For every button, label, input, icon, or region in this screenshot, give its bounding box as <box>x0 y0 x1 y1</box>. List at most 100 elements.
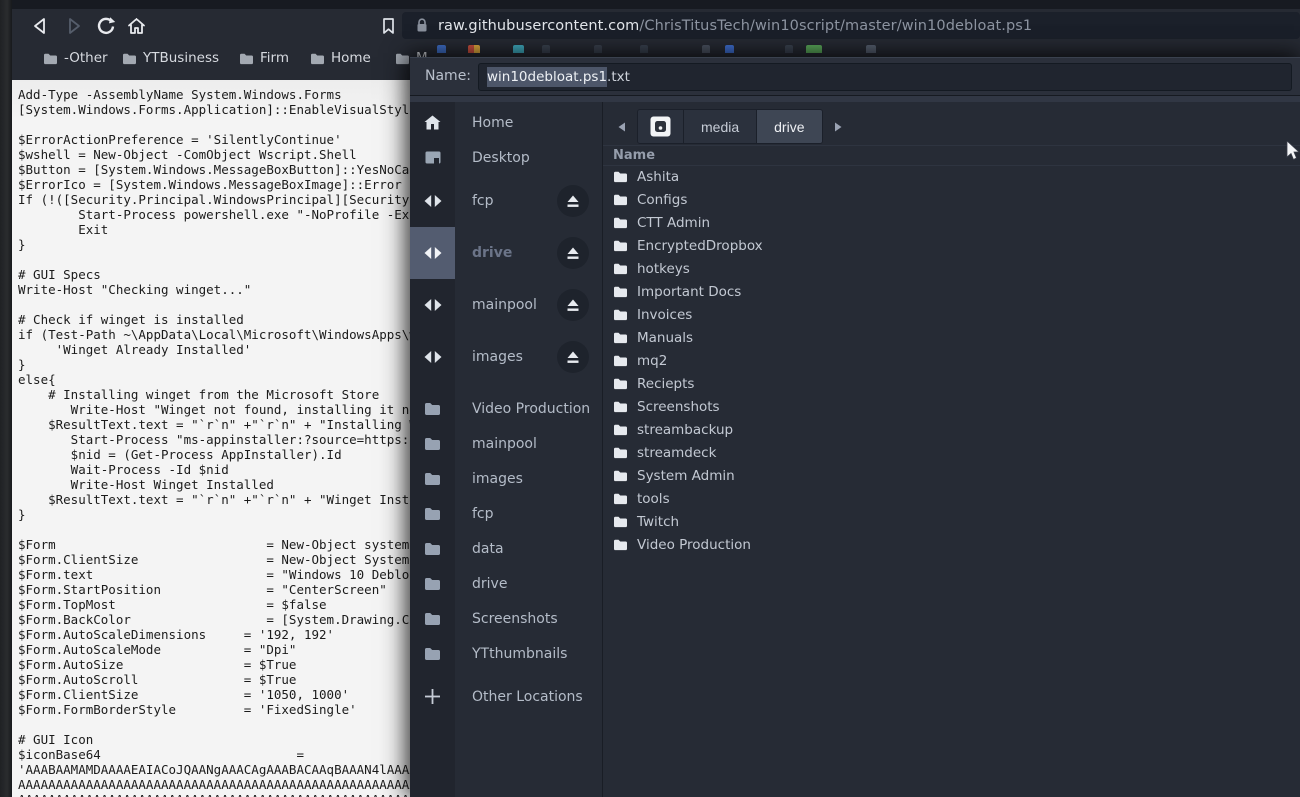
file-row[interactable]: Twitch <box>603 510 1300 533</box>
folder-icon <box>614 470 627 482</box>
favicon-sliver <box>702 45 710 53</box>
reload-button[interactable] <box>92 12 120 39</box>
bookmark-page-button[interactable] <box>374 12 402 39</box>
eject-button[interactable] <box>557 341 589 373</box>
sidebar-item-desktop[interactable]: Desktop <box>410 140 602 175</box>
folder-icon <box>614 263 627 275</box>
page-content: Add-Type -AssemblyName System.Windows.Fo… <box>12 80 410 797</box>
desktop-icon <box>425 151 440 164</box>
home-nav-icon <box>127 17 145 34</box>
sidebar-item-mainpool-drive[interactable]: mainpool <box>410 279 602 331</box>
file-row[interactable]: Reciepts <box>603 372 1300 395</box>
folder-icon <box>614 424 627 436</box>
sidebar-item-screenshots[interactable]: Screenshots <box>410 601 602 636</box>
name-label: Name: <box>425 68 472 84</box>
favicon-sliver <box>806 45 822 53</box>
window-titlebar <box>0 0 1300 9</box>
folder-icon <box>614 309 627 321</box>
name-column-header[interactable]: Name <box>603 145 1300 166</box>
eject-button[interactable] <box>557 237 589 269</box>
bookmark-item[interactable]: Home <box>310 48 371 68</box>
breadcrumb-segment-drive[interactable]: drive <box>757 110 822 143</box>
bookmark-item[interactable]: Firm <box>239 48 289 68</box>
eject-button[interactable] <box>557 289 589 321</box>
sidebar-item-other-locations[interactable]: Other Locations <box>410 679 602 714</box>
file-row[interactable]: CTT Admin <box>603 211 1300 234</box>
folder-icon <box>614 171 627 183</box>
file-row[interactable]: Ashita <box>603 165 1300 188</box>
folder-icon <box>240 53 253 64</box>
folder-icon <box>425 648 440 660</box>
bookmark-item[interactable]: YTBusiness <box>122 48 219 68</box>
drive-icon <box>424 351 441 363</box>
raw-script-text: Add-Type -AssemblyName System.Windows.Fo… <box>18 87 410 797</box>
bookmark-icon <box>382 17 394 34</box>
eject-icon <box>567 195 579 207</box>
file-row[interactable]: tools <box>603 487 1300 510</box>
folder-icon <box>614 240 627 252</box>
file-row[interactable]: streamdeck <box>603 441 1300 464</box>
filename-input[interactable]: win10debloat.ps1 .txt <box>478 63 1292 91</box>
sidebar-item-video-production[interactable]: Video Production <box>410 391 602 426</box>
folder-icon <box>614 378 627 390</box>
desktop-edge <box>0 0 12 797</box>
filename-extension: .txt <box>607 69 630 85</box>
file-row[interactable]: Manuals <box>603 326 1300 349</box>
back-button[interactable] <box>26 12 54 39</box>
file-row[interactable]: mq2 <box>603 349 1300 372</box>
folder-icon <box>614 355 627 367</box>
forward-icon <box>69 17 80 34</box>
folder-icon <box>44 53 57 64</box>
forward-button[interactable] <box>60 12 88 39</box>
folder-icon <box>425 578 440 590</box>
breadcrumb-segment-media[interactable]: media <box>684 110 758 143</box>
file-row[interactable]: Configs <box>603 188 1300 211</box>
path-back-button[interactable] <box>609 110 635 143</box>
file-row[interactable]: System Admin <box>603 464 1300 487</box>
file-row[interactable]: streambackup <box>603 418 1300 441</box>
sidebar-item-ytthumbnails[interactable]: YTthumbnails <box>410 636 602 671</box>
eject-button[interactable] <box>557 185 589 217</box>
sidebar-item-drive[interactable]: drive <box>410 227 602 279</box>
drive-root-icon <box>650 116 671 137</box>
favicon-sliver <box>468 45 480 53</box>
lock-icon <box>417 18 427 32</box>
folder-icon <box>614 493 627 505</box>
bookmark-label: YTBusiness <box>143 50 220 66</box>
sidebar-item-home[interactable]: Home <box>410 105 602 140</box>
folder-icon <box>425 508 440 520</box>
bookmark-item[interactable]: -Other <box>43 48 108 68</box>
favicon-sliver <box>437 45 446 53</box>
sidebar-item-drive-bookmark[interactable]: drive <box>410 566 602 601</box>
file-pane: media drive Name Ashita Configs CTT Admi… <box>602 102 1300 797</box>
sidebar-item-images[interactable]: images <box>410 461 602 496</box>
file-list: Ashita Configs CTT Admin EncryptedDropbo… <box>603 165 1300 797</box>
path-forward-button[interactable] <box>825 110 851 143</box>
sidebar-item-mainpool[interactable]: mainpool <box>410 426 602 461</box>
file-row[interactable]: Important Docs <box>603 280 1300 303</box>
sidebar-item-fcp[interactable]: fcp <box>410 496 602 531</box>
favicon-sliver <box>866 45 876 53</box>
favicon-sliver <box>513 45 524 53</box>
file-row[interactable]: hotkeys <box>603 257 1300 280</box>
folder-icon <box>614 194 627 206</box>
file-row[interactable]: Video Production <box>603 533 1300 556</box>
favicon-sliver <box>542 45 550 53</box>
sidebar-item-data[interactable]: data <box>410 531 602 566</box>
drive-icon <box>424 247 441 259</box>
file-row[interactable]: Invoices <box>603 303 1300 326</box>
file-row[interactable]: Screenshots <box>603 395 1300 418</box>
file-row[interactable]: EncryptedDropbox <box>603 234 1300 257</box>
sidebar-item-images-drive[interactable]: images <box>410 331 602 383</box>
folder-icon <box>614 401 627 413</box>
folder-icon <box>123 53 136 64</box>
sidebar-item-fcp-drive[interactable]: fcp <box>410 175 602 227</box>
home-icon <box>424 115 441 130</box>
breadcrumb-root[interactable] <box>638 110 684 143</box>
breadcrumb: media drive <box>609 109 851 144</box>
url-bar[interactable]: raw.githubusercontent.com/ChrisTitusTech… <box>402 12 1300 39</box>
chevron-right-icon <box>834 122 841 131</box>
dialog-header: Name: win10debloat.ps1 .txt <box>410 58 1300 96</box>
home-button[interactable] <box>122 12 150 39</box>
drive-icon <box>424 195 441 207</box>
